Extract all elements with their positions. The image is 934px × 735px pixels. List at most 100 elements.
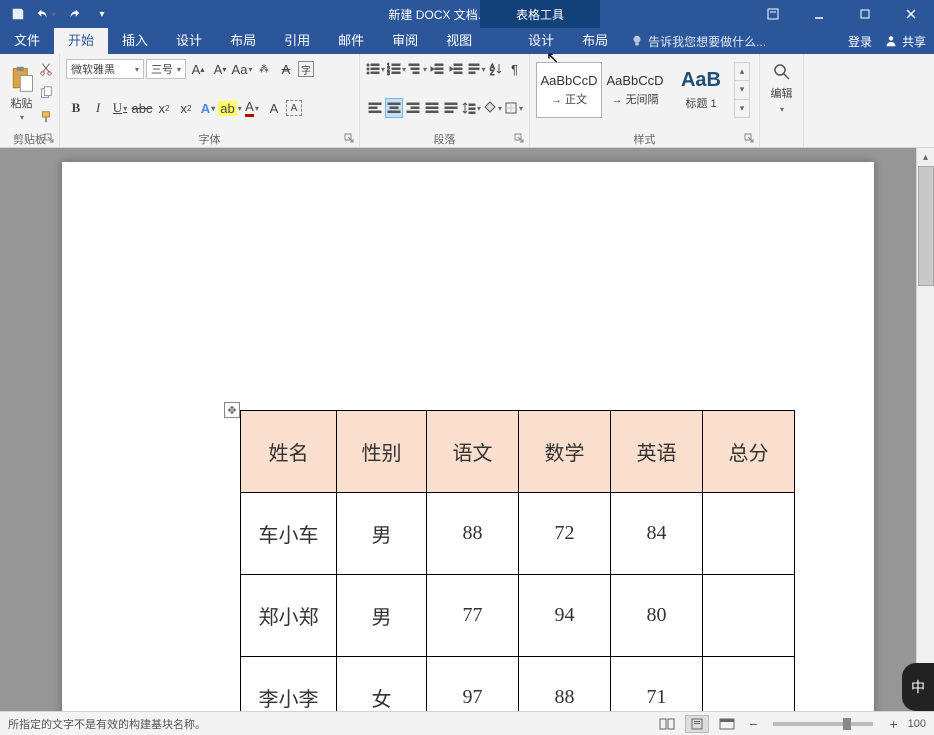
table-cell[interactable]: [703, 657, 795, 712]
tab-home[interactable]: 开始: [54, 28, 108, 54]
asian-layout-button[interactable]: ▾: [467, 59, 486, 79]
zoom-value[interactable]: 100: [908, 718, 926, 730]
tab-mailings[interactable]: 邮件: [324, 28, 378, 54]
save-button[interactable]: [4, 0, 32, 28]
table-cell[interactable]: 男: [337, 575, 427, 657]
document-table[interactable]: 姓名 性别 语文 数学 英语 总分 车小车 男 88 72 84 郑小郑 男 7…: [240, 410, 795, 711]
qat-customize-button[interactable]: ▾: [88, 0, 116, 28]
numbering-button[interactable]: 123▾: [387, 59, 406, 79]
tab-layout[interactable]: 布局: [216, 28, 270, 54]
login-link[interactable]: 登录: [848, 33, 872, 50]
clipboard-dialog-launcher[interactable]: [44, 133, 56, 145]
table-header-row[interactable]: 姓名 性别 语文 数学 英语 总分: [241, 411, 795, 493]
styles-dialog-launcher[interactable]: [744, 133, 756, 145]
char-shading-button[interactable]: A: [264, 98, 284, 118]
table-cell[interactable]: 72: [519, 493, 611, 575]
copy-icon[interactable]: [39, 86, 53, 100]
tab-table-layout[interactable]: 布局: [568, 28, 622, 54]
line-spacing-button[interactable]: ▾: [462, 98, 481, 118]
format-painter-icon[interactable]: [39, 110, 53, 124]
show-marks-button[interactable]: ¶: [506, 59, 523, 79]
table-move-handle[interactable]: ✥: [224, 402, 240, 418]
table-cell[interactable]: 77: [427, 575, 519, 657]
header-cell[interactable]: 性别: [337, 411, 427, 493]
table-cell[interactable]: 车小车: [241, 493, 337, 575]
shrink-font-button[interactable]: A▾: [210, 59, 230, 79]
bullets-button[interactable]: ▾: [366, 59, 385, 79]
tab-insert[interactable]: 插入: [108, 28, 162, 54]
web-layout-button[interactable]: [715, 715, 739, 733]
vertical-scrollbar[interactable]: ▴ ▾: [916, 148, 934, 711]
paste-button[interactable]: 粘贴 ▾: [6, 57, 37, 129]
text-effects-button[interactable]: A▾: [198, 98, 218, 118]
header-cell[interactable]: 姓名: [241, 411, 337, 493]
align-center-button[interactable]: [385, 98, 402, 118]
table-cell[interactable]: 李小李: [241, 657, 337, 712]
font-name-combo[interactable]: 微软雅黑▾: [66, 59, 144, 79]
superscript-button[interactable]: x2: [176, 98, 196, 118]
table-cell[interactable]: 郑小郑: [241, 575, 337, 657]
strikethrough-button[interactable]: abc: [132, 98, 152, 118]
table-row[interactable]: 车小车 男 88 72 84: [241, 493, 795, 575]
header-cell[interactable]: 数学: [519, 411, 611, 493]
table-row[interactable]: 郑小郑 男 77 94 80: [241, 575, 795, 657]
style-normal[interactable]: AaBbCcD → 正文: [536, 62, 602, 118]
table-cell[interactable]: [703, 575, 795, 657]
redo-button[interactable]: [60, 0, 88, 28]
justify-button[interactable]: [424, 98, 441, 118]
style-scroll-down[interactable]: ▾: [735, 81, 749, 99]
ribbon-display-button[interactable]: [750, 0, 796, 28]
align-left-button[interactable]: [366, 98, 383, 118]
zoom-slider[interactable]: [773, 722, 873, 726]
style-heading-1[interactable]: AaB 标题 1: [668, 62, 734, 118]
close-button[interactable]: [888, 0, 934, 28]
style-scroll-up[interactable]: ▴: [735, 63, 749, 81]
italic-button[interactable]: I: [88, 98, 108, 118]
tab-references[interactable]: 引用: [270, 28, 324, 54]
table-cell[interactable]: 94: [519, 575, 611, 657]
font-dialog-launcher[interactable]: [344, 133, 356, 145]
undo-button[interactable]: ▾: [32, 0, 60, 28]
clear-formatting-button[interactable]: A: [276, 59, 296, 79]
phonetic-guide-button[interactable]: ⁂: [254, 59, 274, 79]
table-cell[interactable]: 男: [337, 493, 427, 575]
tell-me-search[interactable]: 告诉我您想要做什么...: [630, 33, 766, 50]
tab-view[interactable]: 视图: [432, 28, 486, 54]
scroll-thumb[interactable]: [918, 166, 934, 286]
grow-font-button[interactable]: A▴: [188, 59, 208, 79]
zoom-in-button[interactable]: +: [885, 716, 901, 732]
scroll-up-button[interactable]: ▴: [917, 148, 934, 166]
underline-button[interactable]: U▾: [110, 98, 130, 118]
table-cell[interactable]: [703, 493, 795, 575]
table-cell[interactable]: 88: [519, 657, 611, 712]
table-row[interactable]: 李小李 女 97 88 71: [241, 657, 795, 712]
borders-button[interactable]: ▾: [504, 98, 523, 118]
print-layout-button[interactable]: [685, 715, 709, 733]
table-cell[interactable]: 女: [337, 657, 427, 712]
table-cell[interactable]: 71: [611, 657, 703, 712]
table-cell[interactable]: 80: [611, 575, 703, 657]
bold-button[interactable]: B: [66, 98, 86, 118]
char-border-button[interactable]: A: [286, 100, 302, 116]
align-right-button[interactable]: [405, 98, 422, 118]
paragraph-dialog-launcher[interactable]: [514, 133, 526, 145]
header-cell[interactable]: 总分: [703, 411, 795, 493]
document-area[interactable]: ✥ 姓名 性别 语文 数学 英语 总分 车小车 男 88 72 84 郑小郑 男: [0, 148, 916, 711]
table-cell[interactable]: 84: [611, 493, 703, 575]
zoom-handle[interactable]: [843, 718, 851, 730]
tab-table-design[interactable]: 设计: [514, 28, 568, 54]
share-button[interactable]: 共享: [884, 33, 926, 50]
tab-review[interactable]: 审阅: [378, 28, 432, 54]
multilevel-list-button[interactable]: ▾: [408, 59, 427, 79]
find-button[interactable]: 编辑 ▾: [766, 57, 797, 114]
read-mode-button[interactable]: [655, 715, 679, 733]
style-gallery-expand[interactable]: ▾: [735, 100, 749, 117]
page[interactable]: ✥ 姓名 性别 语文 数学 英语 总分 车小车 男 88 72 84 郑小郑 男: [62, 162, 874, 711]
ime-badge[interactable]: 中: [902, 663, 934, 711]
shading-button[interactable]: ▾: [483, 98, 502, 118]
distributed-button[interactable]: [443, 98, 460, 118]
tab-design[interactable]: 设计: [162, 28, 216, 54]
header-cell[interactable]: 英语: [611, 411, 703, 493]
maximize-button[interactable]: [842, 0, 888, 28]
style-no-spacing[interactable]: AaBbCcD → 无间隔: [602, 62, 668, 118]
